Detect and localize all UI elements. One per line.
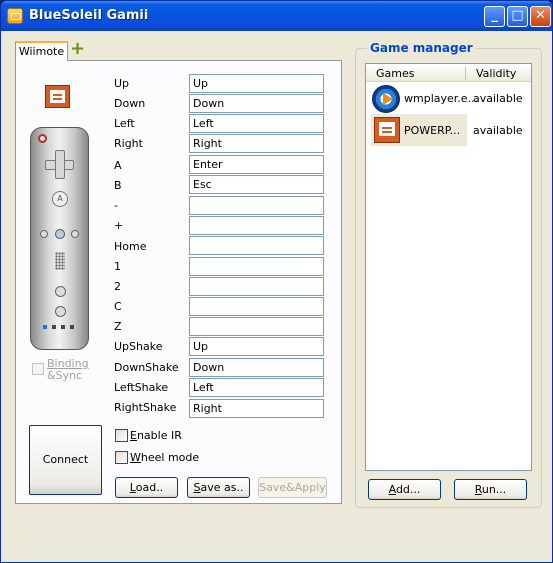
mapping-input-up[interactable] (189, 74, 324, 93)
player-led-3-icon (61, 325, 65, 329)
wheel-mode-label: Wheel mode (130, 451, 200, 464)
tab-wiimote[interactable]: Wiimote (15, 41, 68, 61)
mapping-label-right: Right (114, 137, 143, 150)
title-bar[interactable]: BlueSoleil Gamii _ □ ✕ (1, 1, 552, 31)
mapping-label-rightshake: RightShake (114, 401, 177, 414)
enable-ir-checkbox[interactable] (115, 429, 128, 442)
mapping-input-home[interactable] (189, 236, 324, 255)
player-led-2-icon (52, 325, 56, 329)
enable-ir-label: Enable IR (130, 429, 182, 442)
two-button-icon (55, 306, 66, 317)
add-tab-icon[interactable]: + (70, 39, 85, 59)
mapping-label-down: Down (114, 97, 146, 110)
mapping-input-z[interactable] (189, 317, 324, 336)
mapping-label-plus: + (114, 219, 124, 232)
connect-button[interactable]: Connect (29, 425, 102, 495)
mapping-input-1[interactable] (189, 257, 324, 276)
mapping-label-minus: - (114, 199, 118, 212)
wiimote-image: A (30, 127, 89, 350)
maximize-button[interactable]: □ (507, 6, 528, 27)
wheel-mode-checkbox[interactable] (115, 451, 128, 464)
mapping-label-downshake: DownShake (114, 361, 179, 374)
games-list-row[interactable]: POWERP... available (366, 114, 531, 148)
mapping-input-rightshake[interactable] (189, 399, 324, 418)
minimize-button[interactable]: _ (484, 6, 505, 27)
column-header-games[interactable]: Games (376, 67, 414, 80)
binding-sync-line2: &Sync (47, 369, 83, 382)
powerpoint-icon (45, 85, 70, 108)
mapping-input-2[interactable] (189, 277, 324, 296)
load-button[interactable]: Load.. (115, 477, 178, 498)
game-validity: available (473, 124, 523, 137)
mapping-label-left: Left (114, 117, 135, 130)
mapping-input-c[interactable] (189, 297, 324, 316)
player-led-4-icon (70, 325, 74, 329)
plus-button-icon (71, 230, 79, 238)
mapping-input-right[interactable] (189, 134, 324, 153)
mapping-label-b: B (114, 179, 122, 192)
mapping-input-upshake[interactable] (189, 337, 324, 356)
main-window: BlueSoleil Gamii _ □ ✕ Wiimote + A Bindi… (0, 0, 553, 563)
mapping-label-up: Up (114, 77, 130, 90)
games-list-row[interactable]: wmplayer.e... available (366, 82, 531, 116)
mapping-input-down[interactable] (189, 94, 324, 113)
games-list-header: Games Validity (366, 64, 531, 82)
powerpoint-icon (374, 117, 400, 143)
mapping-input-plus[interactable] (189, 216, 324, 235)
mapping-label-leftshake: LeftShake (114, 381, 169, 394)
game-validity: available (473, 92, 523, 105)
games-list[interactable]: Games Validity wmplayer.e... available P… (365, 63, 532, 471)
run-game-button[interactable]: Run... (454, 479, 527, 500)
a-button-icon: A (52, 191, 68, 207)
mapping-input-b[interactable] (189, 175, 324, 194)
mapping-label-a: A (114, 159, 122, 172)
minus-button-icon (40, 230, 48, 238)
mapping-label-home: Home (114, 240, 147, 253)
window-title: BlueSoleil Gamii (29, 8, 149, 23)
binding-sync-checkbox[interactable] (32, 363, 44, 375)
game-name: POWERP... (404, 124, 461, 137)
mapping-label-c: C (114, 300, 122, 313)
close-button[interactable]: ✕ (530, 6, 551, 27)
column-divider (465, 66, 466, 80)
mapping-label-upshake: UpShake (114, 340, 163, 353)
mapping-input-a[interactable] (189, 155, 324, 174)
home-button-icon (55, 229, 65, 239)
speaker-icon (55, 252, 65, 270)
game-manager-title: Game manager (367, 41, 476, 55)
add-game-button[interactable]: Add... (368, 479, 441, 500)
save-apply-button[interactable]: Save&Apply (258, 477, 327, 498)
mapping-input-left[interactable] (189, 114, 324, 133)
mapping-label-1: 1 (114, 260, 121, 273)
player-led-1-icon (43, 325, 47, 329)
mapping-input-downshake[interactable] (189, 358, 324, 377)
windows-media-player-icon (372, 85, 400, 113)
save-as-button[interactable]: Save as.. (187, 477, 250, 498)
app-icon (7, 8, 23, 24)
dpad-vertical-icon (55, 150, 65, 179)
mapping-input-minus[interactable] (189, 196, 324, 215)
game-name: wmplayer.e... (404, 92, 479, 105)
binding-sync-label: Binding &Sync (47, 358, 89, 382)
column-header-validity[interactable]: Validity (476, 67, 516, 80)
mapping-label-z: Z (114, 320, 122, 333)
mapping-label-2: 2 (114, 280, 121, 293)
power-button-icon (38, 134, 47, 143)
one-button-icon (55, 286, 66, 297)
mapping-input-leftshake[interactable] (189, 378, 324, 397)
